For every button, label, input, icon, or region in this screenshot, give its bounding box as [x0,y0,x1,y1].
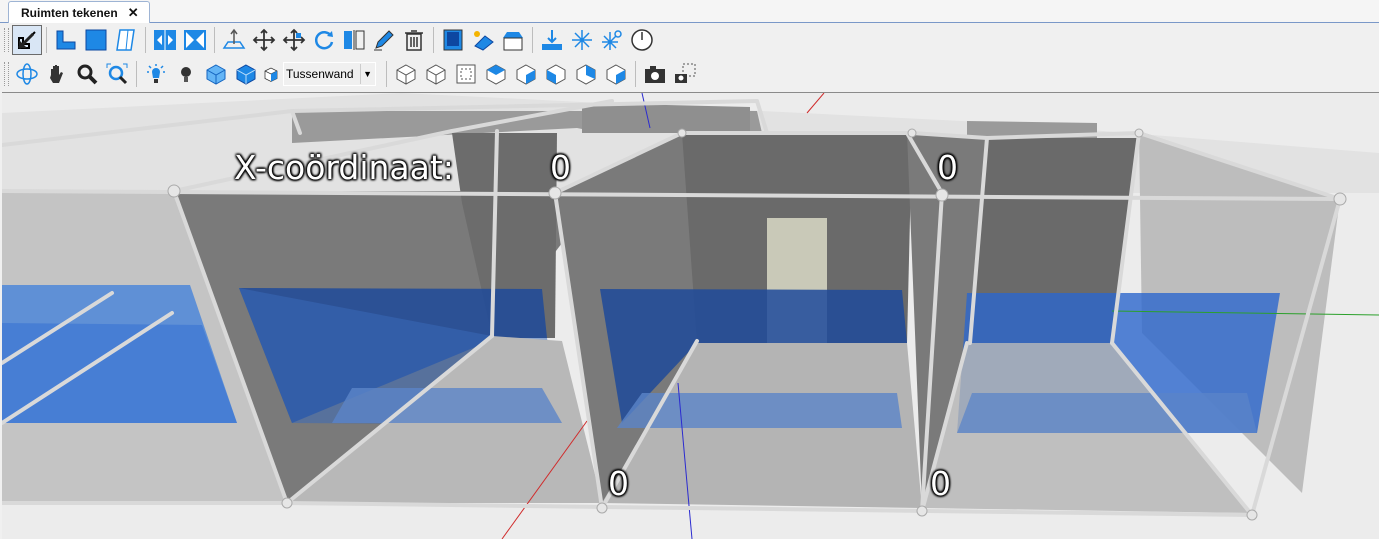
toolbar-row-2: Tussenwand ▼ [0,57,1379,91]
draw-skew-room-icon[interactable] [111,25,141,55]
split-horizontal-icon[interactable] [150,25,180,55]
separator [433,27,434,53]
separator [214,27,215,53]
clock-icon[interactable] [627,25,657,55]
view-cube-6-icon[interactable] [541,59,571,89]
left-blue-floor [2,323,237,423]
camera-grid-icon[interactable] [670,59,700,89]
delete-icon[interactable] [399,25,429,55]
edit-pencil-icon[interactable] [369,25,399,55]
bulb-icon[interactable] [171,59,201,89]
back-wall-inner [582,103,750,133]
view-cube-1-icon[interactable] [391,59,421,89]
wall-type-icon [261,59,281,89]
view-cube-7-icon[interactable] [571,59,601,89]
building-scene[interactable] [2,93,1379,539]
light-sun-icon[interactable] [141,59,171,89]
tab-close-icon[interactable]: ✕ [128,5,139,21]
move-vertex-icon[interactable] [279,25,309,55]
extrude-icon[interactable] [219,25,249,55]
solar-panel-icon[interactable] [468,25,498,55]
separator [46,27,47,53]
wall-type-dropdown[interactable]: Tussenwand ▼ [283,62,376,86]
view-box-blue2-icon[interactable] [231,59,261,89]
chevron-down-icon[interactable]: ▼ [359,64,375,84]
bottom-value-2[interactable]: 0 [930,467,951,500]
floor-level-icon[interactable] [537,25,567,55]
toolbar-grip[interactable] [4,62,9,86]
3d-viewport[interactable]: X-coördinaat: 0 0 0 0 [2,92,1379,539]
separator [634,61,636,87]
wall-split-icon[interactable] [339,25,369,55]
snap-star-icon[interactable] [567,25,597,55]
wall-type-value: Tussenwand [286,67,354,81]
x-coordinate-value-1[interactable]: 0 [550,151,571,184]
draw-rect-room-icon[interactable] [81,25,111,55]
room1-floor-blue [332,388,562,423]
view-cube-5-icon[interactable] [511,59,541,89]
separator [136,61,137,87]
zoom-extents-icon[interactable] [102,59,132,89]
toolbar-grip[interactable] [4,28,9,52]
tab-label: Ruimten tekenen [21,5,118,20]
view-cube-4-icon[interactable] [481,59,511,89]
toolbar-row-1 [0,23,1379,57]
tab-bar: Ruimten tekenen ✕ [0,0,1379,23]
roof-icon[interactable] [498,25,528,55]
view-cube-8-icon[interactable] [601,59,631,89]
room3-floor-blue [957,393,1257,433]
move-icon[interactable] [249,25,279,55]
window-icon[interactable] [438,25,468,55]
view-cube-2-icon[interactable] [421,59,451,89]
tab-ruimten-tekenen[interactable]: Ruimten tekenen ✕ [8,1,150,23]
draw-l-room-icon[interactable] [51,25,81,55]
camera-icon[interactable] [640,59,670,89]
orbit-icon[interactable] [12,59,42,89]
snap-point-icon[interactable] [597,25,627,55]
view-box-blue-icon[interactable] [201,59,231,89]
pan-hand-icon[interactable] [42,59,72,89]
separator [385,61,387,87]
split-vertical-icon[interactable] [180,25,210,55]
view-cube-3-icon[interactable] [451,59,481,89]
separator [145,27,146,53]
rotate-icon[interactable] [309,25,339,55]
axis-x [806,93,825,114]
bottom-value-1[interactable]: 0 [608,467,629,500]
zoom-icon[interactable] [72,59,102,89]
x-coordinate-label: X-coördinaat: [234,148,454,187]
select-arrow-icon[interactable] [12,25,42,55]
separator [532,27,533,53]
x-coordinate-value-2[interactable]: 0 [937,151,958,184]
